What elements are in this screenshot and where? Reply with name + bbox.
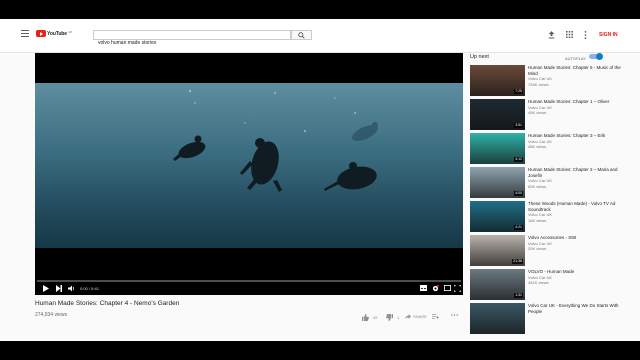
- recommendation-views: 754K views: [528, 81, 549, 87]
- recommendation-item[interactable]: 3:51 Human Made Stories: Chapter 1 – Oliv…: [470, 99, 630, 133]
- video-player[interactable]: 0:00 / 5:41: [35, 53, 463, 295]
- youtube-logo[interactable]: YouTube GB: [36, 30, 72, 37]
- dislike-button[interactable]: 1: [386, 314, 399, 321]
- video-thumbnail[interactable]: 4:00: [470, 167, 525, 198]
- autoplay-toggle[interactable]: [589, 53, 603, 60]
- video-thumbnail[interactable]: 4:21: [470, 201, 525, 232]
- youtube-page: YouTube GB SIGN IN: [0, 19, 640, 341]
- duration-badge: 4:12: [514, 157, 523, 162]
- recommendation-meta: Human Made Stories: Chapter 1 – Oliver Vo…: [528, 99, 628, 133]
- recommendation-views: 20K views: [528, 246, 547, 251]
- progress-bar[interactable]: [37, 280, 461, 282]
- add-to-playlist-icon: [432, 314, 439, 319]
- recommendation-meta: VOLVO - Human Made Volvo Car UK 461K views: [528, 269, 628, 303]
- sign-in-button[interactable]: SIGN IN: [599, 32, 618, 38]
- add-to-playlist-button[interactable]: [432, 314, 439, 319]
- recommendation-title[interactable]: Human Made Stories: Chapter 5 - Music of…: [528, 65, 628, 76]
- theater-mode-icon[interactable]: [444, 285, 451, 294]
- more-horiz-icon: [451, 314, 458, 316]
- duration-badge: 21:36: [512, 259, 523, 264]
- recommendation-item[interactable]: 21:36 Volvo Accessories - S90 Volvo Car UK…: [470, 235, 630, 269]
- recommendation-views: 48K views: [528, 144, 547, 149]
- time-total: 5:41: [91, 286, 99, 291]
- duration-badge: 7:25: [514, 89, 523, 94]
- share-button[interactable]: SHARE: [405, 314, 427, 319]
- up-next-heading: Up next: [470, 54, 489, 60]
- video-frame[interactable]: [35, 83, 463, 248]
- apps-icon[interactable]: [566, 31, 573, 41]
- recommendation-item[interactable]: 7:25 Human Made Stories: Chapter 5 - Musi…: [470, 65, 630, 99]
- share-icon: [405, 314, 411, 319]
- recommendation-item[interactable]: 1:31 VOLVO - Human Made Volvo Car UK 461K v…: [470, 269, 630, 303]
- like-count: 42: [373, 315, 378, 320]
- recommendation-item[interactable]: 4:12 Human Made Stories: Chapter 3 – Erik…: [470, 133, 630, 167]
- recommendation-views: 45K views: [528, 110, 547, 115]
- recommendation-meta: These Woods (Human Made) - Volvo TV Ad S…: [528, 201, 628, 235]
- masthead: YouTube GB SIGN IN: [0, 19, 640, 53]
- search-box[interactable]: [93, 30, 291, 47]
- view-count: 274,934 views: [35, 312, 67, 318]
- logo-text: YouTube: [47, 30, 67, 37]
- next-icon[interactable]: [56, 285, 62, 295]
- time-display: 0:00 / 5:41: [80, 286, 99, 291]
- video-thumbnail[interactable]: 4:12: [470, 133, 525, 164]
- video-thumbnail[interactable]: 1:31: [470, 269, 525, 300]
- thumbs-up-icon: [362, 314, 369, 321]
- recommendation-title[interactable]: Human Made Stories: Chapter 2 – Maria an…: [528, 167, 628, 178]
- recommendation-title[interactable]: Volvo Car UK - Everything We Do Starts W…: [528, 303, 628, 314]
- volume-icon[interactable]: [68, 285, 75, 295]
- upload-icon[interactable]: [548, 31, 555, 42]
- player-controls: 0:00 / 5:41: [35, 283, 463, 295]
- underwater-scene: [173, 89, 378, 192]
- recommendation-item[interactable]: Volvo Car UK - Everything We Do Starts W…: [470, 303, 630, 337]
- search-input[interactable]: [94, 39, 288, 47]
- time-current: 0:00: [80, 286, 88, 291]
- duration-badge: 4:21: [514, 225, 523, 230]
- recommendation-views: 461K views: [528, 280, 549, 285]
- fullscreen-icon[interactable]: [453, 284, 462, 295]
- recommendation-title[interactable]: These Woods (Human Made) - Volvo TV Ad S…: [528, 201, 628, 212]
- video-title: Human Made Stories: Chapter 4 - Nemo's G…: [35, 300, 180, 307]
- recommendation-meta: Human Made Stories: Chapter 5 - Music of…: [528, 65, 628, 99]
- recommendation-item[interactable]: 4:21 These Woods (Human Made) - Volvo TV …: [470, 201, 630, 235]
- duration-badge: 4:00: [514, 191, 523, 196]
- play-icon[interactable]: [43, 285, 49, 295]
- search-button[interactable]: [291, 30, 312, 40]
- play-logo-icon: [36, 30, 46, 37]
- video-thumbnail[interactable]: [470, 303, 525, 334]
- more-vert-icon[interactable]: [584, 31, 587, 42]
- autoplay-label: AUTOPLAY: [565, 56, 586, 61]
- search-icon: [298, 31, 305, 39]
- recommendation-item[interactable]: 4:00 Human Made Stories: Chapter 2 – Mari…: [470, 167, 630, 201]
- recommendation-meta: Human Made Stories: Chapter 2 – Maria an…: [528, 167, 628, 201]
- logo-region: GB: [67, 29, 73, 34]
- subtitles-icon[interactable]: [420, 285, 427, 294]
- thumbs-down-icon: [386, 314, 393, 321]
- more-actions-button[interactable]: [451, 314, 458, 316]
- menu-icon[interactable]: [21, 30, 29, 37]
- share-label: SHARE: [413, 314, 427, 319]
- video-thumbnail[interactable]: 3:51: [470, 99, 525, 130]
- autoplay-toggle-knob: [596, 53, 603, 60]
- recommendation-meta: Volvo Accessories - S90 Volvo Car UK 20K v…: [528, 235, 628, 269]
- video-thumbnail[interactable]: 7:25: [470, 65, 525, 96]
- duration-badge: 1:31: [514, 293, 523, 298]
- recommendation-views: 16K views: [528, 217, 547, 223]
- settings-icon[interactable]: [432, 285, 439, 295]
- like-button[interactable]: 42: [362, 314, 377, 321]
- recommendation-meta: Human Made Stories: Chapter 3 – Erik Volv…: [528, 133, 628, 167]
- recommendations-list: 7:25 Human Made Stories: Chapter 5 - Musi…: [470, 65, 630, 342]
- duration-badge: 3:51: [514, 123, 523, 128]
- dislike-count: 1: [397, 315, 400, 320]
- recommendation-views: 60K views: [528, 183, 547, 189]
- recommendation-meta: Volvo Car UK - Everything We Do Starts W…: [528, 303, 628, 337]
- video-thumbnail[interactable]: 21:36: [470, 235, 525, 266]
